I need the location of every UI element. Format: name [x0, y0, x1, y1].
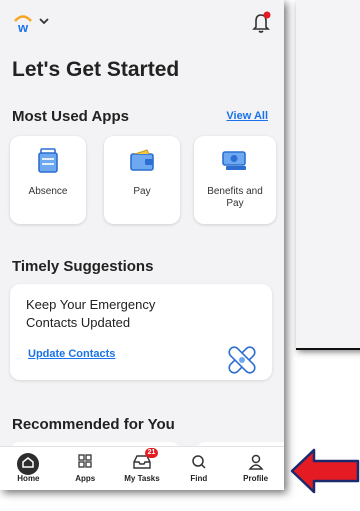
view-all-link[interactable]: View All [226, 110, 268, 122]
app-label-pay: Pay [133, 186, 151, 197]
app-label-benefits: Benefits and Pay [207, 186, 263, 209]
app-label-absence: Absence [28, 186, 68, 197]
tab-home[interactable]: Home [0, 447, 57, 490]
recommended-title: Recommended for You [12, 416, 175, 433]
bandage-icon [228, 346, 256, 374]
app-card-pay[interactable]: Pay [104, 136, 180, 224]
notification-bell-icon[interactable] [250, 10, 272, 34]
most-used-apps-title: Most Used Apps [12, 108, 129, 125]
wallet-icon [130, 149, 154, 171]
svg-text:w: w [17, 20, 29, 34]
person-icon [248, 454, 264, 470]
luggage-icon [38, 148, 58, 173]
app-card-absence[interactable]: Absence [10, 136, 86, 224]
tab-label-apps: Apps [75, 474, 96, 483]
top-bar: w [0, 0, 284, 44]
tab-label-find: Find [190, 474, 208, 483]
suggestion-text: Keep Your Emergency Contacts Updated [26, 297, 156, 330]
chevron-down-icon[interactable] [38, 16, 50, 26]
tasks-badge: 21 [144, 448, 159, 458]
tab-label-my-tasks: My Tasks [124, 474, 160, 483]
tab-find[interactable]: Find [170, 447, 227, 490]
tab-my-tasks[interactable]: 21 My Tasks [114, 447, 171, 490]
page-title: Let's Get Started [12, 58, 180, 81]
suggestion-card: Keep Your Emergency Contacts Updated Upd… [10, 284, 272, 380]
tab-apps[interactable]: Apps [57, 447, 114, 490]
home-icon [22, 457, 35, 468]
phone-screen: w Let's Get Started Most Used Apps View … [0, 0, 284, 490]
workday-logo-icon[interactable]: w [12, 12, 34, 34]
tab-profile[interactable]: Profile [227, 447, 284, 490]
tab-label-profile: Profile [243, 474, 269, 483]
background-phone-screen [296, 0, 360, 350]
search-icon [192, 455, 206, 469]
bottom-tab-bar: Home Apps 21 My Tasks Find Profile [0, 446, 284, 490]
apps-grid-icon [78, 454, 92, 468]
money-icon [222, 151, 246, 170]
update-contacts-link[interactable]: Update Contacts [28, 348, 115, 360]
timely-suggestions-title: Timely Suggestions [12, 258, 154, 275]
tab-label-home: Home [17, 474, 40, 483]
app-card-benefits[interactable]: Benefits and Pay [194, 136, 276, 224]
red-arrow-pointer [290, 448, 360, 494]
